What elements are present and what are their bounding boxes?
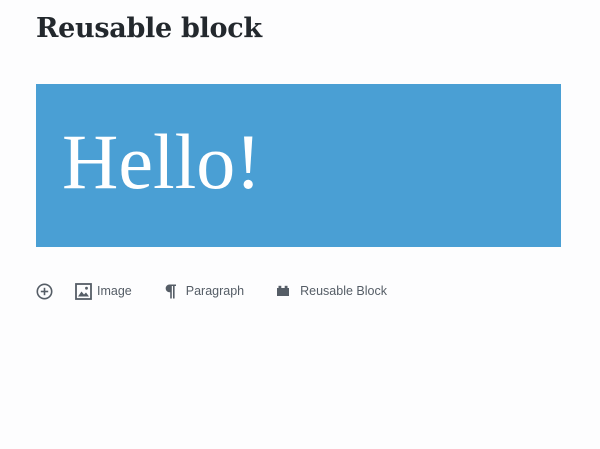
insert-paragraph-label: Paragraph: [185, 284, 245, 298]
block-inserter-bar: Image Paragraph Reusable Block: [36, 281, 387, 301]
block-content[interactable]: Hello!: [62, 123, 261, 201]
paragraph-icon: [162, 282, 180, 300]
insert-image-button[interactable]: Image: [74, 282, 132, 300]
insert-reusable-block-button[interactable]: Reusable Block: [274, 282, 387, 300]
editor-canvas: Reusable block Hello! Image Paragraph Re…: [0, 0, 600, 449]
image-icon: [74, 282, 92, 300]
block-default-icon: [274, 282, 292, 300]
insert-paragraph-button[interactable]: Paragraph: [162, 282, 244, 300]
insert-image-label: Image: [97, 284, 132, 298]
insert-reusable-block-label: Reusable Block: [300, 284, 387, 298]
post-title[interactable]: Reusable block: [36, 13, 262, 44]
plus-circle-icon[interactable]: [36, 283, 53, 300]
reusable-block[interactable]: Hello!: [36, 84, 561, 247]
